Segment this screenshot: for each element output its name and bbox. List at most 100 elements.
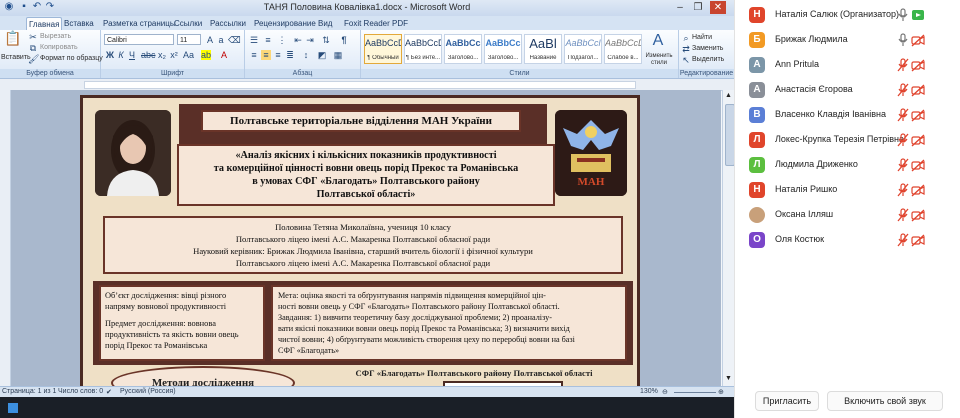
close-icon[interactable]: ✕ bbox=[710, 1, 726, 14]
strikethrough-icon[interactable]: abc bbox=[141, 50, 156, 60]
cut-button[interactable]: Вырезать bbox=[40, 33, 71, 40]
replace-button[interactable]: Заменить bbox=[692, 45, 723, 52]
style-normal[interactable]: AaBbCcDc ¶ Обычный bbox=[364, 34, 402, 64]
shading-icon[interactable]: ◩ bbox=[317, 50, 327, 60]
scroll-down-icon[interactable]: ▼ bbox=[724, 375, 733, 384]
mic-icon[interactable] bbox=[897, 33, 909, 47]
video-on-icon[interactable] bbox=[911, 8, 925, 22]
copy-button[interactable]: Копировать bbox=[40, 44, 78, 51]
proofing-icon[interactable]: ✔ bbox=[106, 388, 112, 396]
vertical-scrollbar[interactable]: ▲ ▼ bbox=[722, 90, 734, 386]
mic-muted-icon[interactable] bbox=[897, 208, 909, 222]
word-count[interactable]: Число слов: 0 bbox=[58, 388, 103, 395]
video-off-icon[interactable] bbox=[911, 83, 925, 97]
video-off-icon[interactable] bbox=[911, 33, 925, 47]
tab-page-layout[interactable]: Разметка страницы bbox=[101, 17, 178, 30]
highlight-icon[interactable]: ab bbox=[201, 50, 211, 60]
cut-icon[interactable]: ✂ bbox=[28, 32, 38, 42]
increase-indent-icon[interactable]: ⇥ bbox=[305, 35, 315, 45]
mic-muted-icon[interactable] bbox=[897, 58, 909, 72]
multilevel-list-icon[interactable]: ⋮ bbox=[277, 35, 287, 45]
vertical-ruler[interactable] bbox=[0, 90, 11, 386]
align-right-icon[interactable]: ≡ bbox=[273, 50, 283, 60]
zoom-in-icon[interactable]: ⊕ bbox=[718, 388, 724, 396]
italic-icon[interactable]: К bbox=[116, 50, 126, 60]
show-marks-icon[interactable]: ¶ bbox=[339, 35, 349, 45]
format-painter-button[interactable]: Формат по образцу bbox=[40, 55, 103, 62]
borders-icon[interactable]: ▦ bbox=[333, 50, 343, 60]
subscript-icon[interactable]: x₂ bbox=[157, 50, 167, 60]
paste-icon[interactable]: 📋 bbox=[4, 31, 22, 49]
participant-row[interactable]: Л Локес-Крупка Терезія Петрівна bbox=[735, 128, 960, 153]
superscript-icon[interactable]: x² bbox=[169, 50, 179, 60]
tab-review[interactable]: Рецензирование bbox=[252, 17, 318, 30]
mic-muted-icon[interactable] bbox=[897, 183, 909, 197]
participant-row[interactable]: A Ann Pritula bbox=[735, 53, 960, 78]
find-icon[interactable]: ⌕ bbox=[681, 33, 691, 43]
tab-references[interactable]: Ссылки bbox=[172, 17, 204, 30]
style-no-spacing[interactable]: AaBbCcDc ¶ Без инте... bbox=[404, 34, 442, 64]
style-heading-2[interactable]: AaBbCc Заголово... bbox=[484, 34, 522, 64]
align-center-icon[interactable]: ≡ bbox=[261, 50, 271, 60]
tab-mailings[interactable]: Рассылки bbox=[208, 17, 248, 30]
justify-icon[interactable]: ≣ bbox=[285, 50, 295, 60]
unmute-button[interactable]: Включить свой звук bbox=[827, 391, 943, 411]
decrease-indent-icon[interactable]: ⇤ bbox=[293, 35, 303, 45]
maximize-icon[interactable]: ❐ bbox=[690, 1, 706, 14]
video-off-icon[interactable] bbox=[911, 108, 925, 122]
style-title[interactable]: AaBl Название bbox=[524, 34, 562, 64]
copy-icon[interactable]: ⧉ bbox=[28, 43, 38, 53]
zoom-out-icon[interactable]: ⊖ bbox=[662, 388, 668, 396]
find-button[interactable]: Найти bbox=[692, 34, 712, 41]
participant-row[interactable]: Л Людмила Дриженко bbox=[735, 153, 960, 178]
mic-muted-icon[interactable] bbox=[897, 158, 909, 172]
video-off-icon[interactable] bbox=[911, 158, 925, 172]
bold-icon[interactable]: Ж bbox=[105, 50, 115, 60]
numbering-icon[interactable]: ≡ bbox=[263, 35, 273, 45]
tab-view[interactable]: Вид bbox=[316, 17, 334, 30]
font-color-icon[interactable]: A bbox=[219, 50, 229, 60]
mic-muted-icon[interactable] bbox=[897, 133, 909, 147]
participant-row[interactable]: Б Брижак Людмила bbox=[735, 28, 960, 53]
clear-format-icon[interactable]: ⌫ bbox=[228, 35, 241, 45]
align-left-icon[interactable]: ≡ bbox=[249, 50, 259, 60]
shrink-font-icon[interactable]: a bbox=[216, 35, 226, 45]
participant-row[interactable]: О Оля Костюк bbox=[735, 228, 960, 253]
tab-home[interactable]: Главная bbox=[26, 17, 63, 31]
mic-icon[interactable] bbox=[897, 8, 909, 22]
style-heading-1[interactable]: AaBbCc Заголово... bbox=[444, 34, 482, 64]
sort-icon[interactable]: ⇅ bbox=[321, 35, 331, 45]
select-button[interactable]: Выделить bbox=[692, 56, 724, 63]
video-off-icon[interactable] bbox=[911, 133, 925, 147]
zoom-level[interactable]: 130% bbox=[640, 388, 658, 395]
underline-icon[interactable]: Ч bbox=[127, 50, 137, 60]
tab-foxit[interactable]: Foxit Reader PDF bbox=[342, 17, 410, 30]
language[interactable]: Русский (Россия) bbox=[120, 388, 176, 395]
style-subtle-emphasis[interactable]: AaBbCcDc Слабое в... bbox=[604, 34, 642, 64]
select-icon[interactable]: ↖ bbox=[681, 55, 691, 65]
participant-row[interactable]: А Анастасія Єгорова bbox=[735, 78, 960, 103]
change-styles-icon[interactable]: A bbox=[645, 33, 671, 52]
line-spacing-icon[interactable]: ↕ bbox=[301, 50, 311, 60]
change-case-icon[interactable]: Aa bbox=[183, 50, 194, 60]
video-off-icon[interactable] bbox=[911, 58, 925, 72]
font-size-select[interactable]: 11 bbox=[177, 34, 201, 45]
video-off-icon[interactable] bbox=[911, 208, 925, 222]
participant-row[interactable]: Н Наталія Ришко bbox=[735, 178, 960, 203]
video-off-icon[interactable] bbox=[911, 183, 925, 197]
change-styles-button[interactable]: Изменить стили bbox=[645, 53, 673, 67]
start-icon[interactable] bbox=[8, 403, 18, 413]
grow-font-icon[interactable]: A bbox=[205, 35, 215, 45]
mic-muted-icon[interactable] bbox=[897, 108, 909, 122]
scroll-up-icon[interactable]: ▲ bbox=[724, 92, 733, 101]
scroll-thumb[interactable] bbox=[725, 104, 734, 166]
page-count[interactable]: Страница: 1 из 1 bbox=[2, 388, 56, 395]
bullets-icon[interactable]: ☰ bbox=[249, 35, 259, 45]
paste-button[interactable]: Вставить bbox=[1, 54, 31, 61]
document-area[interactable]: МАН Полтавське територіальне відділення … bbox=[11, 90, 721, 386]
participant-row[interactable]: Н Наталія Салюк (Организатор) bbox=[735, 3, 960, 28]
format-painter-icon[interactable]: 🖌 bbox=[28, 54, 39, 64]
style-subtitle[interactable]: AaBbCcl Подзагол... bbox=[564, 34, 602, 64]
video-off-icon[interactable] bbox=[911, 233, 925, 247]
mic-muted-icon[interactable] bbox=[897, 233, 909, 247]
